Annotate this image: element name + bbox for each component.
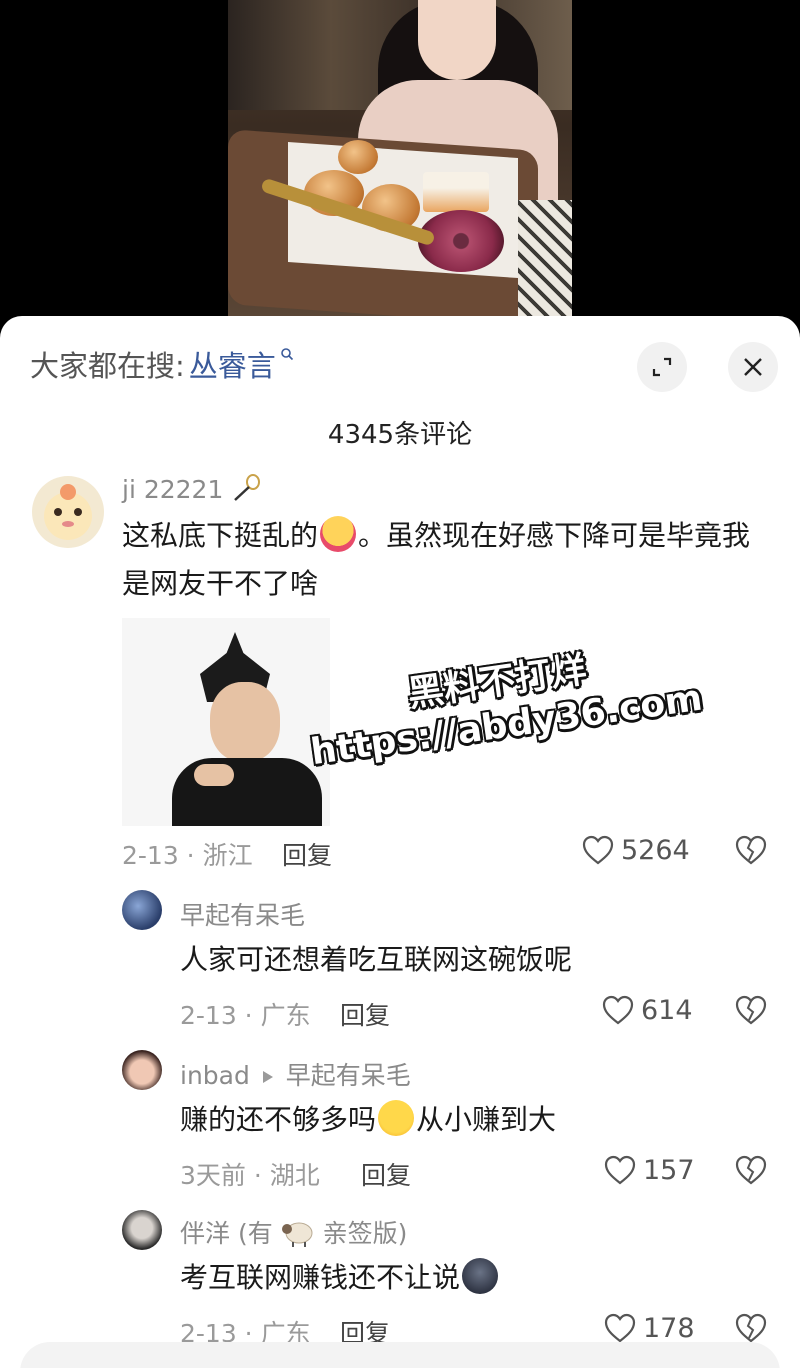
expand-icon (652, 357, 672, 377)
close-icon (744, 358, 762, 376)
comment-username[interactable]: 早起有呆毛 (180, 896, 305, 932)
broken-heart-icon (735, 995, 767, 1025)
comment-username[interactable]: 伴洋 (有 亲签版) (180, 1214, 407, 1254)
close-button[interactable] (728, 342, 778, 392)
like-button[interactable]: 5264 (581, 834, 690, 866)
search-prefix: 大家都在搜: (30, 349, 185, 383)
like-button[interactable]: 178 (603, 1312, 695, 1344)
avatar[interactable] (32, 476, 104, 548)
broken-heart-icon (735, 835, 767, 865)
blob-emoji-icon (462, 1258, 499, 1294)
comment-date-location: 3天前 · 湖北 (180, 1161, 320, 1190)
like-count: 157 (643, 1154, 695, 1186)
comment-text: 人家可还想着吃互联网这碗饭呢 (180, 943, 573, 976)
comment-text: 赚的还不够多吗 从小赚到大 (180, 1096, 760, 1144)
comment-image[interactable] (122, 618, 330, 826)
dislike-button[interactable] (734, 1154, 768, 1190)
trending-search[interactable]: 大家都在搜: 丛睿言 (30, 342, 294, 386)
expand-button[interactable] (637, 342, 687, 392)
reply-button[interactable]: 回复 (361, 1156, 411, 1192)
like-count: 5264 (621, 834, 690, 866)
comment-input-bar[interactable] (20, 1342, 780, 1368)
reply-arrow-icon (262, 1061, 274, 1090)
comment-username[interactable]: inbad 早起有呆毛 (180, 1056, 411, 1092)
comment-sheet: 大家都在搜: 丛睿言 4345条评论 ji 22221 这私底下挺乱的 。虽然现… (0, 316, 800, 1368)
heart-icon (602, 995, 634, 1025)
comment-text: 这私底下挺乱的 。虽然现在好感下降可是毕竟我是网友干不了啥 (122, 512, 762, 608)
comment-date-location: 2-13 · 广东 (180, 1001, 311, 1030)
avatar[interactable] (122, 1210, 162, 1250)
laugh-cry-emoji-icon (378, 1100, 415, 1136)
search-icon (280, 346, 294, 365)
heart-icon (604, 1155, 636, 1185)
dislike-button[interactable] (734, 994, 768, 1030)
heart-icon (604, 1313, 636, 1343)
hug-emoji-icon (320, 516, 357, 552)
search-term-link[interactable]: 丛睿言 (189, 343, 276, 385)
like-count: 178 (643, 1312, 695, 1344)
avatar[interactable] (122, 890, 162, 930)
broken-heart-icon (735, 1155, 767, 1185)
sheep-icon (281, 1218, 315, 1254)
badminton-racket-icon (231, 474, 261, 508)
like-count: 614 (641, 994, 693, 1026)
comment-text: 考互联网赚钱还不让说 (180, 1254, 760, 1302)
comment-count: 4345条评论 (327, 420, 473, 450)
watermark: 黑料不打烊 https://abdy36.com (308, 649, 705, 774)
post-photo (228, 0, 572, 318)
like-button[interactable]: 614 (601, 994, 693, 1026)
like-button[interactable]: 157 (603, 1154, 695, 1186)
dislike-button[interactable] (734, 834, 768, 870)
reply-button[interactable]: 回复 (340, 996, 390, 1032)
comment-date-location: 2-13 · 浙江 (122, 841, 253, 870)
avatar[interactable] (122, 1050, 162, 1090)
video-area[interactable] (0, 0, 800, 330)
broken-heart-icon (735, 1313, 767, 1343)
heart-icon (582, 835, 614, 865)
comment-username[interactable]: ji 22221 (122, 474, 261, 508)
reply-button[interactable]: 回复 (282, 836, 332, 872)
